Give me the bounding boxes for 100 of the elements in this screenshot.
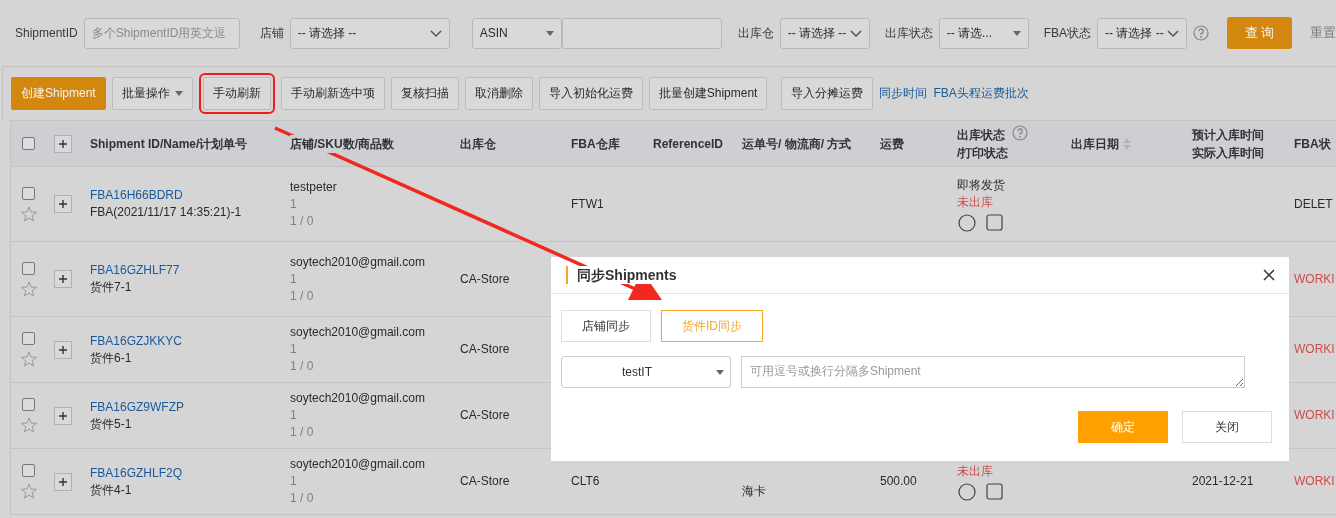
- toolbar-button[interactable]: 复核扫描: [390, 77, 459, 110]
- shipment-name: 货件6-1: [90, 349, 133, 367]
- toolbar-button[interactable]: 取消删除: [464, 77, 533, 110]
- fba-status: WORKI: [1294, 407, 1336, 424]
- caret-icon: [174, 91, 183, 96]
- shipment-name: 货件4-1: [90, 481, 133, 499]
- shipment-ids-field[interactable]: 可用逗号或换行分隔多Shipment: [741, 356, 1245, 388]
- sort-icon: [1123, 137, 1131, 150]
- column-header: Shipment ID/Name/计划单号: [90, 134, 248, 153]
- sku-count: 1: [290, 473, 298, 490]
- sku-count: 1: [290, 195, 298, 213]
- column-header: FBA仓库: [571, 134, 620, 153]
- column-header: 店铺/SKU数/商品数: [290, 134, 394, 153]
- outbound-status: 未出库: [957, 193, 994, 211]
- expand-icon[interactable]: [54, 195, 72, 213]
- caret-icon: [545, 30, 554, 36]
- fba-status: WORKI: [1294, 270, 1336, 288]
- shipment-id-link[interactable]: FBA16GZHLF77: [90, 262, 280, 279]
- item-count: 1 / 0: [290, 212, 315, 230]
- sku-count: 1: [290, 270, 298, 288]
- close-button[interactable]: 关闭: [1182, 411, 1272, 443]
- shipment-name: 货件5-1: [90, 415, 133, 433]
- shipment-name: 货件7-1: [90, 279, 133, 296]
- filter-label: 出库状态: [884, 24, 933, 42]
- store-name: soytech2010@gmail.com: [290, 253, 426, 271]
- warehouse-cell-text: CA-Store: [460, 407, 511, 424]
- toolbar-button[interactable]: 批量创建Shipment: [648, 77, 768, 110]
- expand-icon[interactable]: [54, 134, 72, 153]
- row-checkbox[interactable]: [22, 186, 35, 200]
- circle-icon: [958, 213, 976, 232]
- select-all-checkbox[interactable]: [22, 137, 35, 150]
- store-name: testpeter: [290, 178, 338, 196]
- outbound-status: 未出库: [957, 462, 994, 480]
- carrier-cell-text: 海卡: [742, 483, 767, 500]
- column-header: 出库日期: [1071, 134, 1119, 153]
- expand-icon[interactable]: [54, 270, 72, 288]
- warehouse-cell-text: CA-Store: [460, 270, 511, 288]
- asin-field[interactable]: [561, 17, 722, 49]
- filter-label: FBA状态: [1043, 24, 1092, 42]
- select-field[interactable]: ASIN: [471, 17, 562, 49]
- toolbar-link[interactable]: FBA头程运费批次: [933, 85, 1029, 102]
- column-header: 预计入库时间: [1192, 125, 1264, 144]
- arrival-date: 2021-12-21: [1192, 473, 1255, 490]
- help-icon: [1012, 125, 1029, 141]
- caret-icon: [716, 369, 724, 375]
- filter-label: ShipmentID: [15, 26, 78, 40]
- column-header: 运费: [880, 134, 904, 153]
- sku-count: 1: [290, 341, 298, 358]
- toolbar-button[interactable]: 导入分摊运费: [781, 77, 874, 110]
- filter-label: 店铺: [259, 24, 284, 42]
- select-field[interactable]: -- 请选择 --: [1097, 17, 1188, 49]
- fba-status: WORKI: [1294, 341, 1336, 358]
- warehouse-cell-text: CA-Store: [460, 341, 511, 358]
- toolbar-button[interactable]: 手动刷新选中项: [280, 77, 385, 110]
- store-name: soytech2010@gmail.com: [290, 324, 426, 341]
- help-icon: [1193, 25, 1210, 41]
- shipment-id-field[interactable]: 多个ShipmentID用英文逗: [83, 17, 240, 49]
- toolbar-button[interactable]: 导入初始化运费: [538, 77, 643, 110]
- sku-count: 1: [290, 407, 298, 424]
- dropdown-button[interactable]: 批量操作: [111, 77, 193, 110]
- row-checkbox[interactable]: [22, 261, 35, 275]
- select-field[interactable]: -- 请选择 --: [779, 17, 870, 49]
- item-count: 1 / 0: [290, 490, 315, 507]
- store-select[interactable]: testIT: [561, 356, 731, 388]
- dialog-title: 同步Shipments: [566, 266, 677, 284]
- shipment-id-link[interactable]: FBA16GZHLF2Q: [90, 464, 280, 482]
- expand-icon[interactable]: [54, 340, 72, 359]
- select-field[interactable]: -- 请选...: [938, 17, 1029, 49]
- shipment-id-link[interactable]: FBA16GZJKKYC: [90, 332, 280, 350]
- toolbar-link[interactable]: 同步时间: [879, 85, 928, 102]
- chevron-icon: [1167, 28, 1180, 38]
- row-checkbox[interactable]: [22, 398, 35, 411]
- star-icon[interactable]: [20, 483, 37, 499]
- star-icon[interactable]: [20, 205, 37, 222]
- fba-warehouse-cell-text: FTW1: [571, 195, 605, 213]
- row-checkbox[interactable]: [22, 332, 35, 345]
- fba-status: WORKI: [1294, 473, 1336, 490]
- column-header: 运单号/ 物流商/ 方式: [742, 134, 852, 153]
- row-checkbox[interactable]: [22, 464, 35, 477]
- star-icon[interactable]: [20, 351, 37, 367]
- chevron-icon: [429, 28, 442, 38]
- expand-icon[interactable]: [54, 406, 72, 425]
- circle-icon: [958, 482, 976, 501]
- item-count: 1 / 0: [290, 287, 315, 305]
- shipment-id-link[interactable]: FBA16GZ9WFZP: [90, 398, 280, 416]
- fba-status: DELET: [1294, 195, 1334, 213]
- chevron-icon: [849, 28, 862, 38]
- shipment-id-link[interactable]: FBA16H66BDRD: [90, 187, 280, 204]
- filter-label: 出库仓: [737, 24, 774, 42]
- star-icon[interactable]: [20, 280, 37, 297]
- warehouse-cell-text: CA-Store: [460, 473, 511, 490]
- select-field[interactable]: -- 请选择 --: [289, 17, 450, 49]
- close-icon[interactable]: [1263, 269, 1275, 281]
- expand-icon[interactable]: [54, 472, 72, 491]
- store-name: soytech2010@gmail.com: [290, 390, 426, 407]
- item-count: 1 / 0: [290, 424, 315, 441]
- caret-icon: [1012, 30, 1021, 36]
- tab[interactable]: 店铺同步: [561, 310, 651, 342]
- store-name: soytech2010@gmail.com: [290, 456, 426, 473]
- star-icon[interactable]: [20, 417, 37, 433]
